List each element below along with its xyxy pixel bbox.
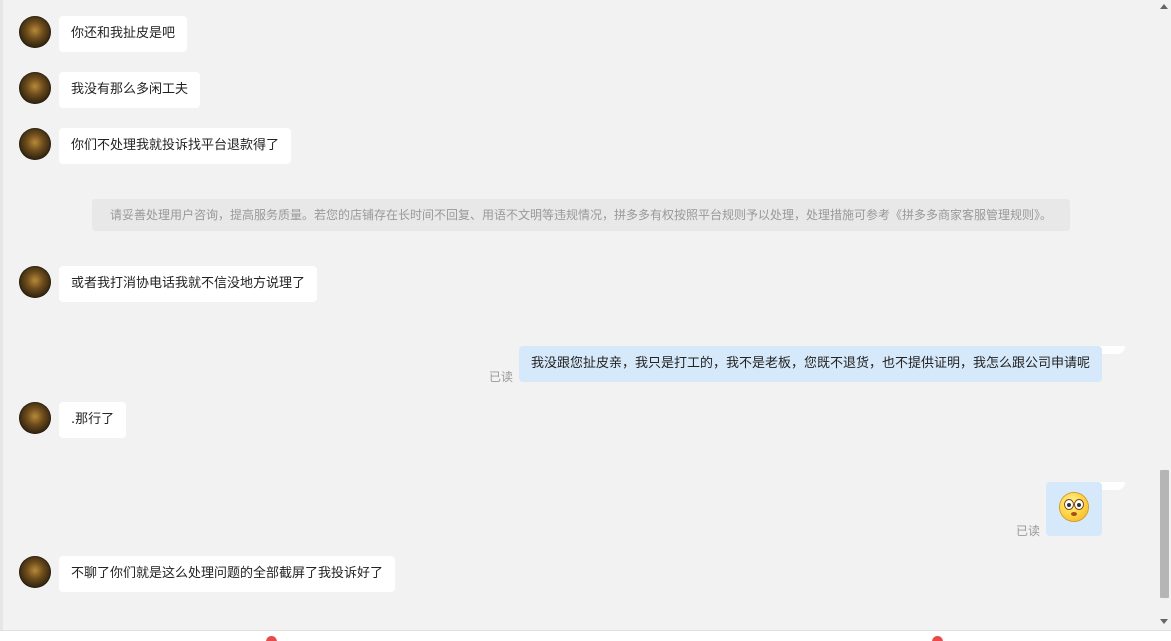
incoming-message: 不聊了你们就是这么处理问题的全部截屏了我投诉好了 <box>59 556 396 592</box>
incoming-message: .那行了 <box>59 402 127 438</box>
bottom-toolbar <box>0 630 1171 641</box>
scroll-down-arrow-icon[interactable] <box>1160 619 1168 624</box>
red-dot-badge-icon[interactable] <box>266 636 277 641</box>
scroll-up-arrow-icon[interactable] <box>1160 4 1168 9</box>
incoming-message: 你还和我扯皮是吧 <box>59 16 188 52</box>
outgoing-message: 我没跟您扯皮亲，我只是打工的，我不是老板，您既不退货，也不提供证明，我怎么跟公司… <box>518 346 1102 382</box>
incoming-message: 我没有那么多闲工夫 <box>59 72 201 108</box>
read-status: 已读 <box>489 370 514 384</box>
emoji-eye <box>1065 500 1073 509</box>
scrollbar-thumb[interactable] <box>1160 470 1169 598</box>
emoji-eye <box>1075 500 1083 509</box>
customer-avatar[interactable] <box>19 556 51 588</box>
chat-window: 你还和我扯皮是吧 我没有那么多闲工夫 你们不处理我就投诉找平台退款得了 请妥善处… <box>0 0 1171 641</box>
customer-avatar[interactable] <box>19 16 51 48</box>
customer-avatar[interactable] <box>19 266 51 298</box>
customer-avatar[interactable] <box>19 402 51 434</box>
incoming-message: 你们不处理我就投诉找平台退款得了 <box>59 128 292 164</box>
incoming-message: 或者我打消协电话我就不信没地方说理了 <box>59 266 318 302</box>
outgoing-emoji-message <box>1046 482 1102 536</box>
left-edge-divider <box>0 0 3 641</box>
red-dot-badge-icon[interactable] <box>932 636 943 641</box>
vertical-scrollbar[interactable] <box>1157 0 1171 630</box>
system-notice: 请妥善处理用户咨询，提高服务质量。若您的店铺存在长时间不回复、用语不文明等违规情… <box>92 199 1070 231</box>
read-status: 已读 <box>1016 524 1041 538</box>
flushed-face-emoji-icon <box>1060 493 1088 521</box>
emoji-mouth <box>1071 512 1077 516</box>
customer-avatar[interactable] <box>19 128 51 160</box>
customer-avatar[interactable] <box>19 72 51 104</box>
